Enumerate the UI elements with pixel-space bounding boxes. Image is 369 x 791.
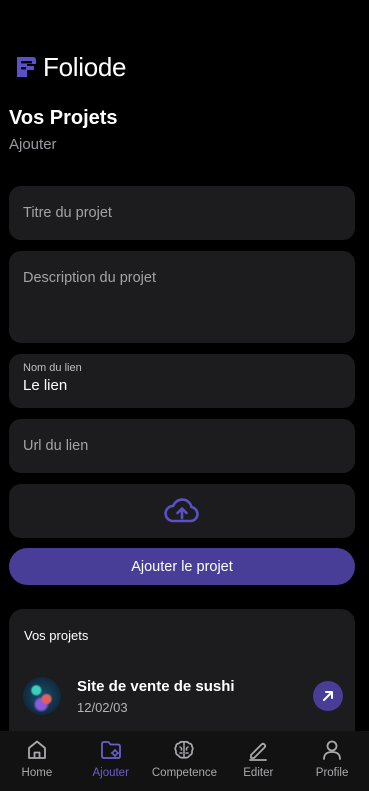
link-url-input[interactable]: Url du lien bbox=[9, 419, 355, 473]
brain-icon bbox=[174, 740, 195, 759]
add-project-button[interactable]: Ajouter le projet bbox=[9, 548, 355, 585]
foliode-logo-icon bbox=[17, 57, 36, 77]
project-description-input[interactable]: Description du projet bbox=[9, 251, 355, 343]
nav-label-editer: Editer bbox=[243, 767, 274, 779]
pen-icon bbox=[249, 742, 268, 761]
nav-label-competence: Competence bbox=[151, 767, 218, 779]
nav-item-editer[interactable]: Editer bbox=[221, 731, 295, 791]
project-title-placeholder: Titre du projet bbox=[23, 205, 112, 221]
nav-item-competence[interactable]: Competence bbox=[148, 731, 222, 791]
project-description-placeholder: Description du projet bbox=[23, 270, 156, 286]
home-icon bbox=[27, 740, 46, 759]
folder-settings-icon bbox=[100, 741, 121, 759]
projects-card: Vos projets Site de vente de sushi 12/02… bbox=[9, 609, 355, 749]
link-name-input[interactable]: Nom du lien Le lien bbox=[9, 354, 355, 408]
image-upload-button[interactable] bbox=[9, 484, 355, 538]
app-brand: Foliode bbox=[14, 52, 126, 82]
open-project-button[interactable] bbox=[313, 681, 343, 711]
link-url-placeholder: Url du lien bbox=[23, 438, 89, 454]
project-thumbnail bbox=[23, 677, 61, 715]
app-name: Foliode bbox=[43, 51, 127, 82]
nav-label-profile: Profile bbox=[315, 767, 349, 779]
arrow-up-right-icon bbox=[323, 691, 333, 701]
bottom-navigation: Home Ajouter Competence Editer Profile bbox=[0, 731, 369, 791]
project-list-item[interactable]: Site de vente de sushi 12/02/03 bbox=[23, 677, 343, 717]
nav-label-ajouter: Ajouter bbox=[92, 767, 129, 779]
link-name-label: Nom du lien bbox=[23, 362, 82, 374]
nav-item-home[interactable]: Home bbox=[0, 731, 74, 791]
nav-item-profile[interactable]: Profile bbox=[295, 731, 369, 791]
cloud-upload-icon bbox=[164, 498, 199, 523]
project-date: 12/02/03 bbox=[77, 700, 128, 715]
page-subtitle: Ajouter bbox=[9, 136, 57, 153]
user-icon bbox=[323, 740, 341, 760]
link-name-value: Le lien bbox=[23, 377, 68, 394]
nav-item-ajouter[interactable]: Ajouter bbox=[74, 731, 148, 791]
project-title-input[interactable]: Titre du projet bbox=[9, 186, 355, 240]
page-title: Vos Projets bbox=[9, 107, 118, 129]
project-name: Site de vente de sushi bbox=[77, 678, 235, 695]
projects-section-title: Vos projets bbox=[24, 628, 89, 643]
nav-label-home: Home bbox=[21, 767, 53, 779]
